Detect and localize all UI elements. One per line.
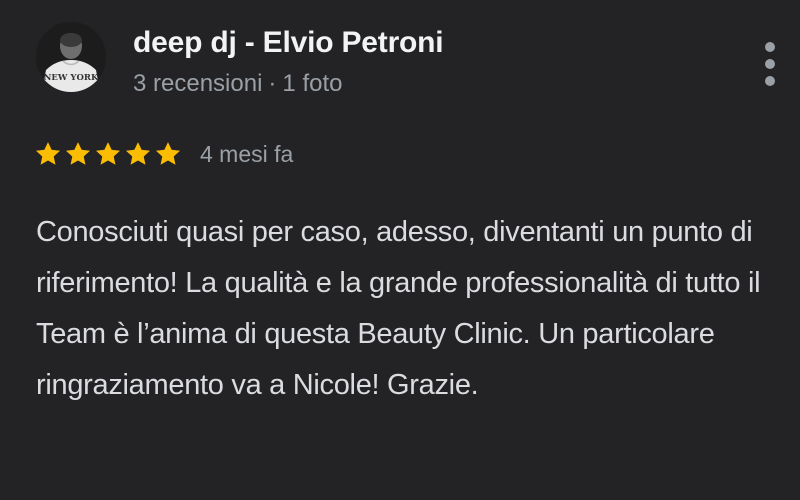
reviewer-meta: 3 recensioni · 1 foto [133, 70, 342, 98]
reviews-count: 3 recensioni [133, 70, 263, 97]
more-vert-icon-dot [765, 76, 775, 86]
meta-separator: · [268, 70, 277, 97]
avatar-shirt-text: NEW YORK [44, 73, 99, 83]
more-vert-icon-dot [765, 59, 775, 69]
photos-count: 1 foto [282, 70, 343, 97]
star-icon [155, 142, 181, 165]
rating-row: 4 mesi fa [34, 136, 293, 172]
star-icon [95, 142, 121, 165]
avatar-photo: NEW YORK [36, 22, 106, 92]
avatar[interactable]: NEW YORK [36, 22, 106, 92]
review-date: 4 mesi fa [200, 140, 294, 167]
star-icon [65, 142, 91, 165]
review-text: Conosciuti quasi per caso, adesso, diven… [36, 216, 761, 401]
more-options-button[interactable] [752, 38, 788, 90]
more-vert-icon [765, 42, 775, 52]
review-card: NEW YORK deep dj - Elvio Petroni 3 recen… [0, 0, 800, 500]
star-icon [35, 142, 61, 165]
star-icon [125, 142, 151, 165]
star-rating [34, 140, 182, 168]
reviewer-name[interactable]: deep dj - Elvio Petroni [133, 26, 444, 60]
